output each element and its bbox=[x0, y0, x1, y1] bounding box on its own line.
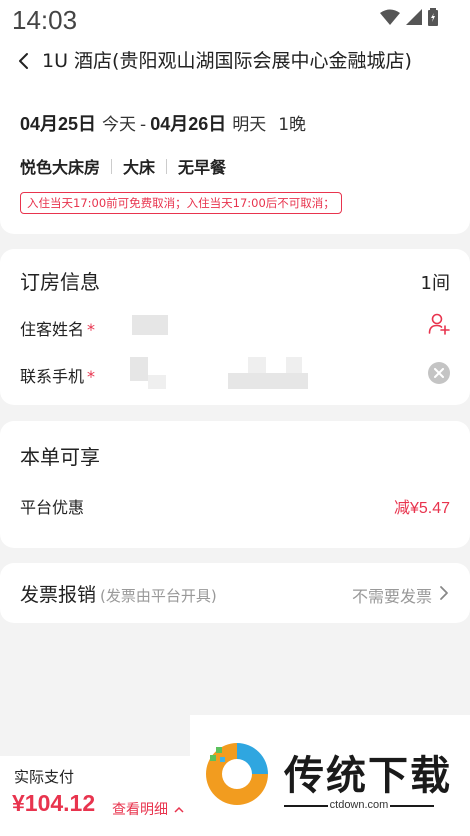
watermark-logo-icon bbox=[206, 743, 268, 805]
status-bar: 14:03 bbox=[0, 0, 470, 40]
phone-blurred bbox=[130, 357, 148, 381]
view-details-text: 查看明细 bbox=[112, 802, 168, 818]
divider bbox=[166, 158, 168, 174]
guest-name-blurred bbox=[132, 315, 168, 335]
required-mark: * bbox=[87, 367, 96, 386]
pay-label: 实际支付 bbox=[14, 768, 75, 786]
required-mark: * bbox=[87, 320, 96, 339]
bed-type: 大床 bbox=[123, 158, 156, 177]
phone-blurred bbox=[286, 357, 302, 373]
battery-icon bbox=[428, 8, 438, 26]
chevron-up-icon bbox=[174, 806, 184, 813]
benefits-title: 本单可享 bbox=[20, 445, 100, 469]
phone-blurred bbox=[248, 357, 266, 373]
phone-label-text: 联系手机 bbox=[20, 367, 85, 386]
hotel-title: 1U 酒店(贵阳观山湖国际会展中心金融城店) bbox=[42, 50, 412, 72]
add-guest-icon[interactable] bbox=[428, 313, 450, 335]
guest-name-input[interactable] bbox=[128, 307, 398, 343]
watermark-text: 传统下载 bbox=[284, 753, 452, 799]
watermark-line bbox=[390, 805, 434, 807]
invoice-title-text: 发票报销 bbox=[20, 584, 97, 606]
invoice-title: 发票报销 (发票由平台开具) bbox=[20, 580, 217, 607]
invoice-note: (发票由平台开具) bbox=[100, 587, 217, 605]
phone-blurred bbox=[228, 373, 308, 389]
checkout-day: 明天 bbox=[232, 115, 267, 135]
room-summary: 悦色大床房 大床 无早餐 bbox=[20, 154, 226, 178]
phone-label: 联系手机 * bbox=[20, 363, 95, 387]
pay-amount: ¥104.12 bbox=[12, 790, 96, 816]
room-name: 悦色大床房 bbox=[20, 158, 101, 177]
checkin-date: 04月25日 bbox=[20, 114, 97, 134]
checkin-day: 今天 bbox=[102, 115, 137, 135]
back-arrow-icon[interactable] bbox=[14, 51, 34, 71]
divider bbox=[111, 158, 113, 174]
breakfast-info: 无早餐 bbox=[178, 158, 227, 177]
clear-phone-icon[interactable] bbox=[428, 362, 450, 384]
watermark: 传统下载 ctdown.com bbox=[190, 715, 470, 836]
wifi-icon bbox=[380, 9, 400, 25]
phone-blurred bbox=[148, 375, 166, 389]
status-time: 14:03 bbox=[12, 5, 78, 35]
platform-discount-value: 减¥5.47 bbox=[393, 500, 450, 517]
benefits-card: 本单可享 平台优惠 减¥5.47 bbox=[0, 421, 470, 548]
view-details-link[interactable]: 查看明细 bbox=[112, 799, 184, 819]
booking-info-title: 订房信息 bbox=[20, 270, 100, 294]
booking-info-card: 订房信息 1间 住客姓名 * 联系手机 * bbox=[0, 249, 470, 405]
guest-name-label: 住客姓名 * bbox=[20, 316, 95, 340]
stay-dates: 04月25日 今天 - 04月26日 明天 1晚 bbox=[20, 110, 312, 136]
order-header-card: 1U 酒店(贵阳观山湖国际会展中心金融城店) 04月25日 今天 - 04月26… bbox=[0, 40, 470, 234]
guest-name-label-text: 住客姓名 bbox=[20, 320, 85, 339]
platform-discount-label: 平台优惠 bbox=[20, 498, 85, 517]
checkout-date: 04月26日 bbox=[150, 114, 227, 134]
nights-count: 1晚 bbox=[278, 115, 307, 135]
room-count-selector[interactable]: 1间 bbox=[421, 269, 450, 295]
cancel-policy-badge: 入住当天17:00前可免费取消；入住当天17:00后不可取消； bbox=[20, 192, 342, 214]
chevron-right-icon bbox=[440, 586, 448, 600]
invoice-row[interactable]: 发票报销 (发票由平台开具) 不需要发票 bbox=[0, 563, 470, 623]
status-icons bbox=[380, 8, 438, 26]
date-dash: - bbox=[140, 115, 147, 135]
invoice-status: 不需要发票 bbox=[351, 587, 432, 606]
phone-input[interactable] bbox=[128, 353, 408, 393]
signal-icon bbox=[406, 9, 422, 25]
